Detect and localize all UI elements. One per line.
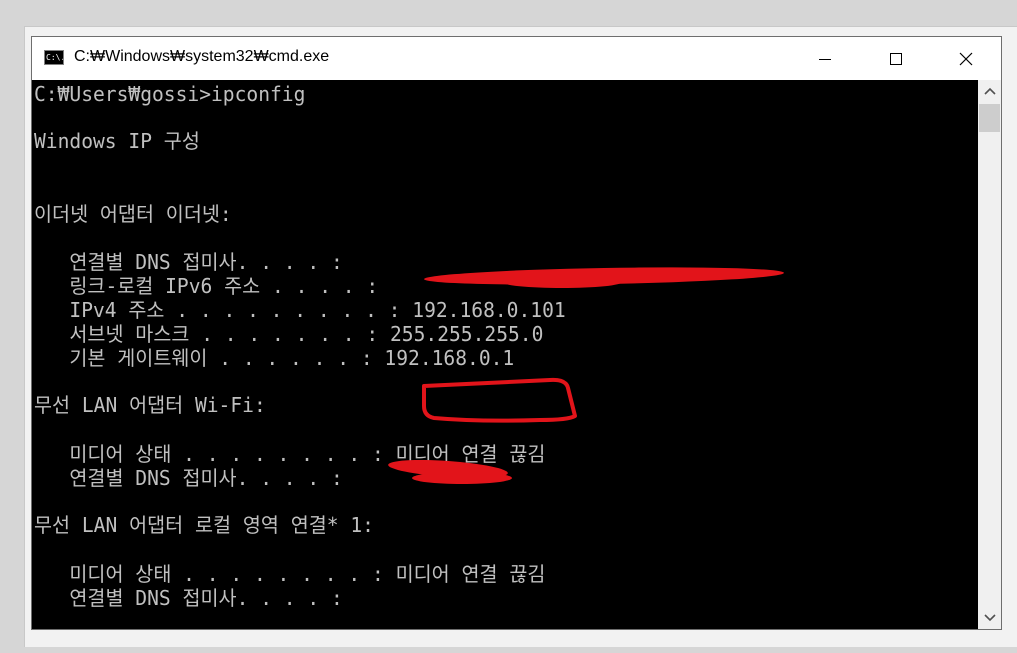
console-line: 이더넷 어댑터 이더넷: [34,202,232,226]
console-line: 미디어 상태 . . . . . . . . : 미디어 연결 끊김 [34,562,546,586]
highlight-circle-gateway [422,377,577,423]
maximize-icon [890,53,902,65]
console-output[interactable]: C:₩Users₩gossi>ipconfig Windows IP 구성 이더… [32,80,978,629]
window-title: C:₩Windows₩system32₩cmd.exe [74,48,330,65]
scroll-down-button[interactable] [978,607,1001,629]
console-line: 연결별 DNS 접미사. . . . : [34,466,343,490]
console-line: 무선 LAN 어댑터 로컬 영역 연결* 1: [34,513,374,537]
scroll-up-button[interactable] [978,80,1001,102]
console-line: 연결별 DNS 접미사. . . . : [34,250,343,274]
redaction-mark-dns [412,472,512,484]
redaction-mark-ipv6 [502,276,622,288]
vertical-scrollbar[interactable] [978,80,1001,629]
console-line: 무선 LAN 어댑터 Wi-Fi: [34,393,266,417]
console-line: 연결별 DNS 접미사. . . . : [34,586,343,610]
console-line: 링크-로컬 IPv6 주소 . . . . : [34,274,379,298]
minimize-icon [819,58,831,60]
chevron-up-icon [983,87,996,95]
chevron-down-icon [983,614,996,622]
console-line: C:₩Users₩gossi>ipconfig [34,82,306,106]
cmd-app-icon: C:\. [44,50,64,65]
console-line: Windows IP 구성 [34,129,200,153]
minimize-button[interactable] [790,37,860,80]
cmd-window[interactable]: C:\. C:₩Windows₩system32₩cmd.exe C:₩User… [31,36,1002,630]
console-line: 서브넷 마스크 . . . . . . . : 255.255.255.0 [34,322,544,346]
close-icon [959,52,973,66]
maximize-button[interactable] [861,37,931,80]
title-bar[interactable]: C:\. C:₩Windows₩system32₩cmd.exe [32,37,1001,80]
close-button[interactable] [931,37,1001,80]
console-line: IPv4 주소 . . . . . . . . . : 192.168.0.10… [34,298,566,322]
console-line: 기본 게이트웨이 . . . . . . : 192.168.0.1 [34,346,515,370]
scroll-thumb[interactable] [979,104,1000,132]
desktop-background: C:\. C:₩Windows₩system32₩cmd.exe C:₩User… [0,0,1017,653]
